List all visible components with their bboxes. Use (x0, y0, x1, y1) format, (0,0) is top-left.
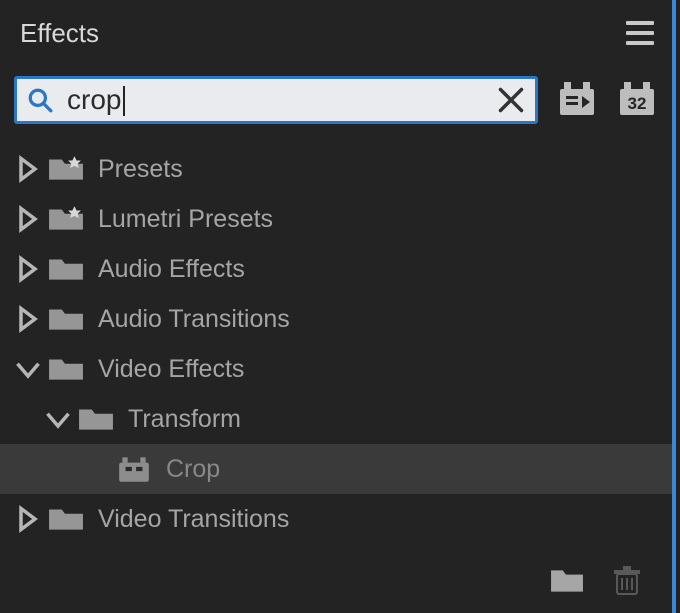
tree-item-label: Lumetri Presets (98, 205, 273, 234)
preset-32-button[interactable] (616, 79, 658, 121)
effects-tree: Presets Lumetri Presets Audio Effects Au… (0, 144, 672, 544)
tree-item-label: Audio Effects (98, 255, 245, 284)
tree-item-video-effects[interactable]: Video Effects (0, 344, 672, 394)
tree-item-presets[interactable]: Presets (0, 144, 672, 194)
folder-icon (48, 504, 84, 534)
preset-folder-icon (48, 204, 84, 234)
preset-folder-icon (48, 154, 84, 184)
effects-panel: Effects crop Presets Lumetri Presets (0, 0, 676, 613)
search-text: crop (67, 84, 497, 117)
chevron-right-icon[interactable] (14, 505, 42, 533)
clear-search-button[interactable] (497, 86, 525, 114)
new-bin-button[interactable] (550, 566, 584, 601)
tree-item-video-transitions[interactable]: Video Transitions (0, 494, 672, 544)
new-preset-bin-button[interactable] (556, 79, 598, 121)
chevron-down-icon[interactable] (44, 405, 72, 433)
effect-icon (116, 454, 152, 484)
tree-item-crop[interactable]: Crop (0, 444, 672, 494)
chevron-down-icon[interactable] (14, 355, 42, 383)
panel-footer (550, 566, 644, 601)
tree-item-transform[interactable]: Transform (0, 394, 672, 444)
chevron-right-icon[interactable] (14, 255, 42, 283)
search-input[interactable]: crop (14, 76, 538, 124)
twisty-spacer (82, 455, 110, 483)
panel-header: Effects (0, 0, 672, 66)
tree-item-label: Crop (166, 455, 220, 484)
folder-icon (48, 304, 84, 334)
search-row: crop (0, 72, 672, 128)
search-icon (27, 87, 53, 113)
tree-item-label: Transform (128, 405, 241, 434)
chevron-right-icon[interactable] (14, 205, 42, 233)
delete-button (610, 566, 644, 601)
folder-icon (48, 254, 84, 284)
chevron-right-icon[interactable] (14, 305, 42, 333)
panel-menu-button[interactable] (626, 21, 654, 45)
tree-item-label: Audio Transitions (98, 305, 290, 334)
tree-item-audio-transitions[interactable]: Audio Transitions (0, 294, 672, 344)
folder-icon (78, 404, 114, 434)
tree-item-label: Video Effects (98, 355, 244, 384)
tree-item-audio-effects[interactable]: Audio Effects (0, 244, 672, 294)
chevron-right-icon[interactable] (14, 155, 42, 183)
panel-title: Effects (20, 18, 99, 49)
tree-item-label: Video Transitions (98, 505, 289, 534)
tree-item-label: Presets (98, 155, 183, 184)
folder-icon (48, 354, 84, 384)
tree-item-lumetri-presets[interactable]: Lumetri Presets (0, 194, 672, 244)
